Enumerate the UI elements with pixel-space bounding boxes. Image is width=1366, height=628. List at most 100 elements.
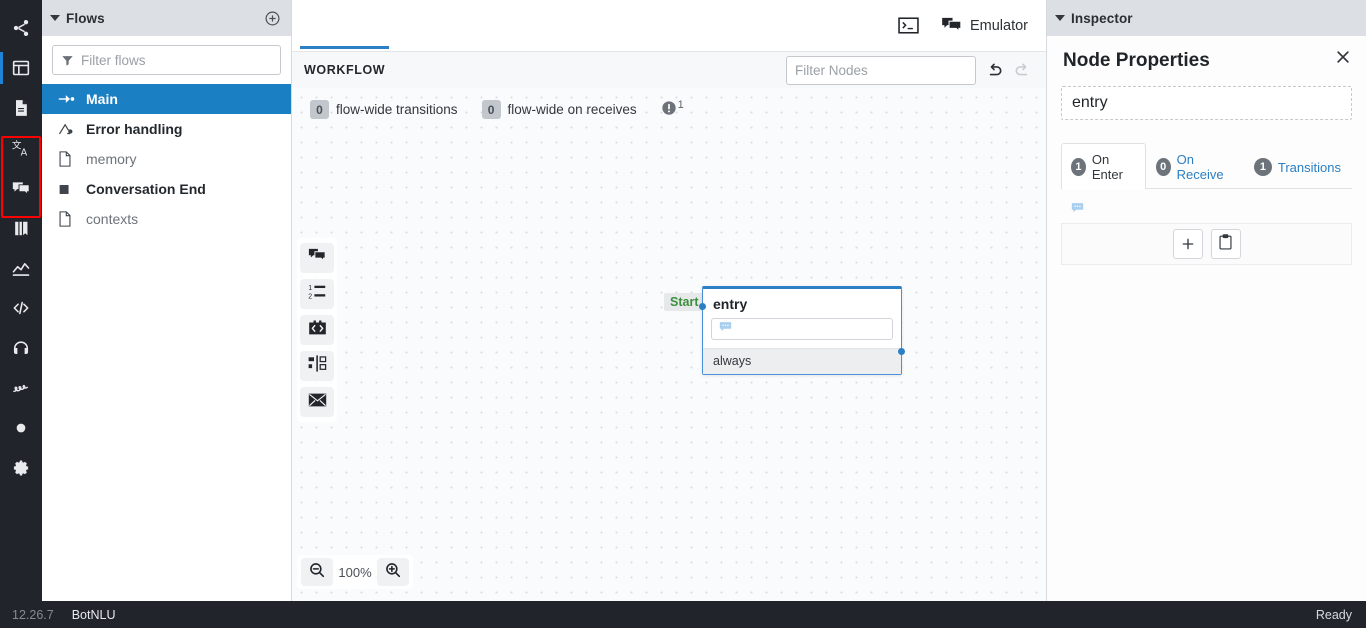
workflow-canvas[interactable]: 0 flow-wide transitions 0 flow-wide on r… xyxy=(292,88,1046,601)
translate-icon: 文 A xyxy=(11,138,32,159)
node-tool-strip: 1 2 xyxy=(297,238,337,422)
rail-item-support[interactable] xyxy=(0,328,42,368)
inspector-header[interactable]: Inspector xyxy=(1047,0,1366,36)
rail-item-testing[interactable] xyxy=(0,368,42,408)
tab-on-enter[interactable]: 1 On Enter xyxy=(1061,143,1146,189)
flow-wide-on-receives-label: flow-wide on receives xyxy=(507,102,637,117)
filter-nodes-input[interactable] xyxy=(786,56,976,85)
chat-bubble-icon xyxy=(719,320,732,338)
square-icon xyxy=(58,183,78,196)
workflow-header: WORKFLOW xyxy=(292,46,1046,88)
app-root: 文 A Flows Filter flows Main Error handli… xyxy=(0,0,1366,628)
on-enter-item[interactable] xyxy=(1061,201,1352,219)
main-area: 文 A Flows Filter flows Main Error handli… xyxy=(0,0,1366,601)
flow-wide-transitions-count: 0 xyxy=(310,100,329,119)
paste-action-button[interactable] xyxy=(1210,229,1241,259)
warning-indicator[interactable]: 1 xyxy=(661,99,684,119)
app-version: 12.26.7 xyxy=(12,607,54,622)
svg-text:A: A xyxy=(20,147,27,158)
nlu-engine-label[interactable]: BotNLU xyxy=(72,608,116,622)
tool-choice[interactable]: 1 2 xyxy=(300,279,334,309)
code-icon xyxy=(11,298,31,318)
emulator-label: Emulator xyxy=(969,17,1028,34)
signature-icon xyxy=(11,378,31,398)
node-on-enter-slot[interactable] xyxy=(711,318,893,340)
close-icon[interactable] xyxy=(1334,48,1352,71)
node-name-field[interactable]: entry xyxy=(1061,86,1352,120)
zoom-level: 100% xyxy=(338,564,372,580)
chevron-down-icon[interactable] xyxy=(50,15,60,21)
flow-item-contexts[interactable]: contexts xyxy=(42,204,291,234)
split-icon xyxy=(308,355,327,377)
rail-item-settings[interactable] xyxy=(0,448,42,488)
tab-badge: 0 xyxy=(1155,158,1171,176)
flow-item-label: contexts xyxy=(86,211,139,227)
flow-item-conversation-end[interactable]: Conversation End xyxy=(42,174,291,204)
tool-execute[interactable] xyxy=(300,315,334,345)
chevron-down-icon[interactable] xyxy=(1055,15,1065,21)
redo-button[interactable] xyxy=(1013,61,1032,80)
zoom-out-icon xyxy=(308,561,326,584)
flow-item-label: memory xyxy=(86,151,137,167)
rail-item-layout[interactable] xyxy=(0,48,42,88)
flow-wide-transitions-label: flow-wide transitions xyxy=(336,102,458,117)
flow-wide-on-receives-count: 0 xyxy=(481,100,501,119)
tab-workflow[interactable]: WORKFLOW xyxy=(299,46,390,85)
clipboard-icon xyxy=(1218,233,1233,255)
flow-wide-on-receives[interactable]: 0 flow-wide on receives xyxy=(481,100,637,119)
node-output-port[interactable] xyxy=(898,348,905,355)
rail-item-translate[interactable]: 文 A xyxy=(0,128,42,168)
console-button[interactable] xyxy=(898,17,919,34)
workflow-header-right xyxy=(786,56,1032,85)
add-action-button[interactable] xyxy=(1172,229,1203,259)
tab-transitions[interactable]: 1 Transitions xyxy=(1244,143,1352,189)
chat-icon xyxy=(308,247,326,269)
undo-button[interactable] xyxy=(985,61,1004,80)
add-flow-button[interactable] xyxy=(264,10,281,27)
rail-item-record[interactable] xyxy=(0,408,42,448)
node-input-port[interactable] xyxy=(699,303,706,310)
chat-icon xyxy=(11,178,31,198)
status-bar: 12.26.7 BotNLU Ready xyxy=(0,601,1366,628)
rail-item-content[interactable] xyxy=(0,88,42,128)
zoom-out-button[interactable] xyxy=(301,558,333,586)
center-area: Emulator WORKFLOW Filter Nodes 0 flow-wi… xyxy=(292,0,1046,601)
flows-panel-header[interactable]: Flows xyxy=(42,0,291,36)
status-text: Ready xyxy=(1315,607,1352,622)
zoom-in-button[interactable] xyxy=(377,558,409,586)
node-transition-always[interactable]: always xyxy=(703,348,901,374)
flows-filter-input[interactable] xyxy=(81,52,272,68)
numbered-list-icon: 1 2 xyxy=(308,283,327,305)
chat-icon xyxy=(941,16,962,35)
flow-item-error-handling[interactable]: Error handling xyxy=(42,114,291,144)
flow-wide-transitions[interactable]: 0 flow-wide transitions xyxy=(310,100,458,119)
flow-item-label: Main xyxy=(86,91,118,107)
emulator-button[interactable]: Emulator xyxy=(941,16,1028,35)
tab-on-receive[interactable]: 0 On Receive xyxy=(1146,143,1244,189)
layout-panel-icon xyxy=(11,58,31,78)
rail-item-code[interactable] xyxy=(0,288,42,328)
tab-label: Transitions xyxy=(1277,159,1341,175)
analytics-icon xyxy=(11,258,31,278)
workflow-node-entry[interactable]: entry always xyxy=(699,286,905,375)
tab-badge: 1 xyxy=(1071,158,1086,176)
tool-say[interactable] xyxy=(300,243,334,273)
rail-item-share[interactable] xyxy=(0,8,42,48)
tab-badge: 1 xyxy=(1253,158,1272,176)
rail-item-qna[interactable] xyxy=(0,168,42,208)
flow-item-main[interactable]: Main xyxy=(42,84,291,114)
flow-item-memory[interactable]: memory xyxy=(42,144,291,174)
rail-item-library[interactable] xyxy=(0,208,42,248)
file-icon xyxy=(58,151,78,167)
inspector-action-row xyxy=(1061,223,1352,265)
flows-filter-box[interactable] xyxy=(52,45,281,75)
tool-email[interactable] xyxy=(300,387,334,417)
filter-icon xyxy=(61,54,74,67)
rail-item-analytics[interactable] xyxy=(0,248,42,288)
warning-count: 1 xyxy=(677,99,684,111)
inspector-tabs: 1 On Enter 0 On Receive 1 Transitions xyxy=(1061,142,1352,189)
tool-router[interactable] xyxy=(300,351,334,381)
start-chip: Start xyxy=(664,293,705,311)
gear-icon xyxy=(11,458,31,478)
terminal-icon xyxy=(898,17,919,34)
